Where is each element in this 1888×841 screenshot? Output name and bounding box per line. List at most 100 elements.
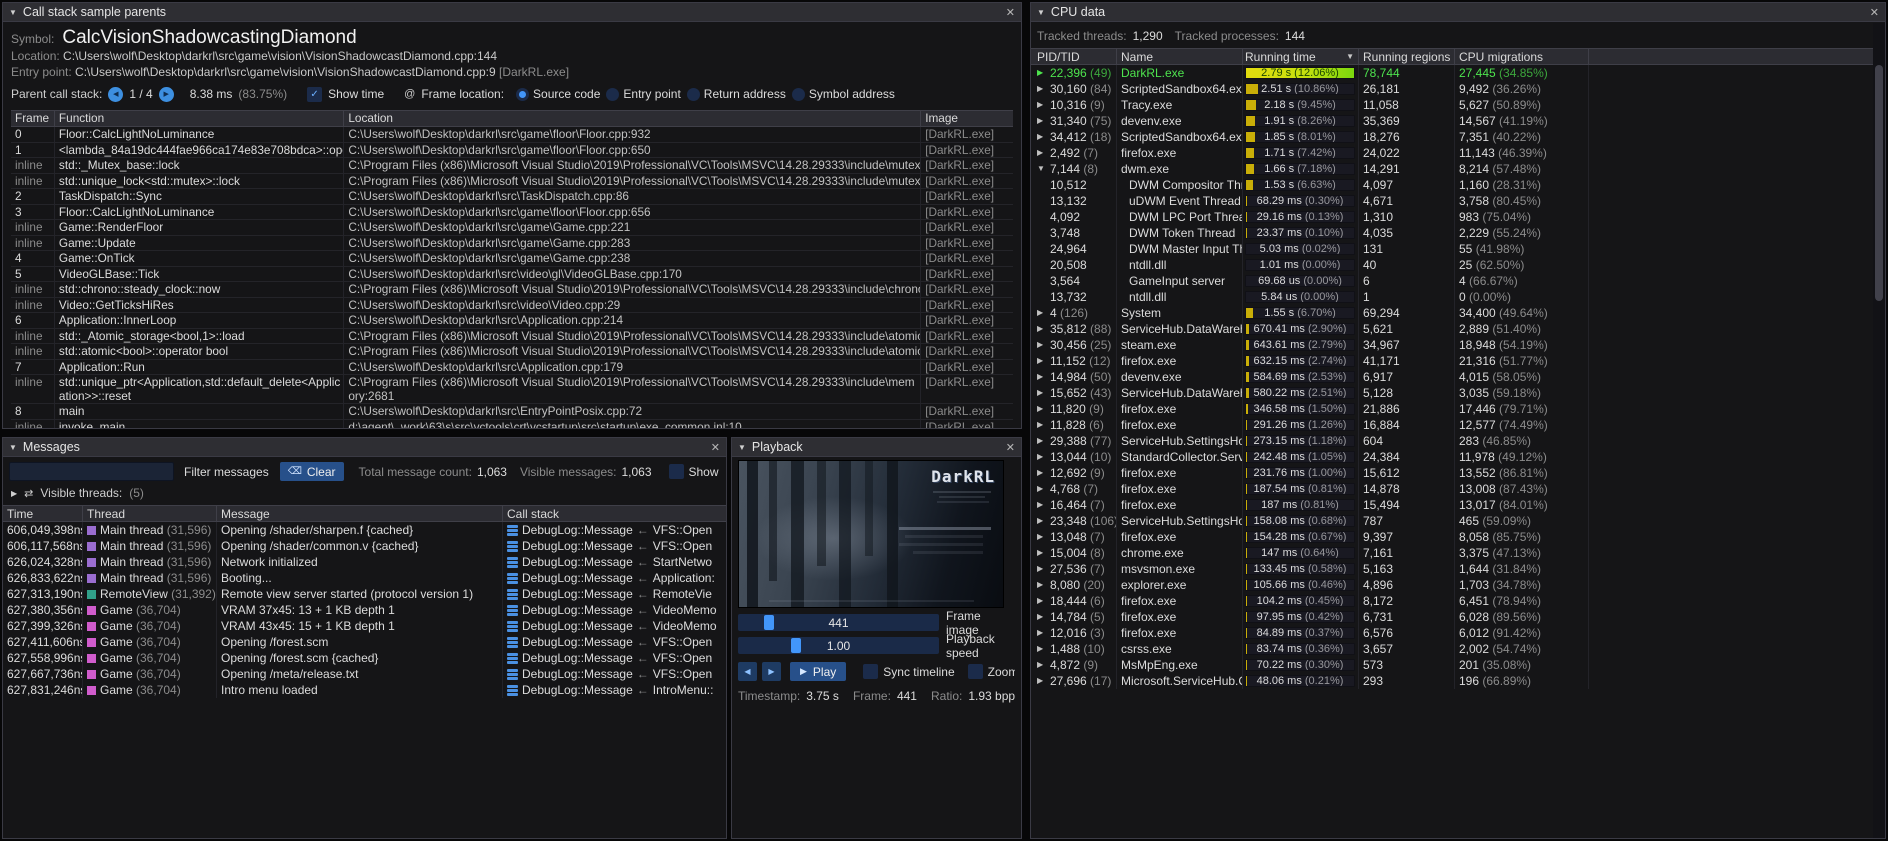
next-parent-button[interactable]: ▶ [159, 87, 174, 102]
column-header-running-time[interactable]: Running time ▼ [1243, 49, 1359, 64]
expand-row-icon[interactable]: ▶ [1037, 433, 1050, 449]
step-back-button[interactable]: ◀ [738, 662, 757, 681]
message-row[interactable]: 626,833,622nsMain thread (31,596)Booting… [3, 570, 726, 586]
column-header-thread[interactable]: Thread [83, 506, 217, 521]
expand-row-icon[interactable]: ▶ [1037, 465, 1050, 481]
expand-row-icon[interactable]: ▶ [1037, 609, 1050, 625]
callstack-row[interactable]: inlineGame::RenderFloorC:\Users\wolf\Des… [11, 220, 1013, 236]
cpu-row[interactable]: 20,508ntdll.dll1.01 ms (0.00%)4025 (62.5… [1031, 257, 1885, 273]
cpu-row[interactable]: ▶23,348 (106)ServiceHub.SettingsHost158.… [1031, 513, 1885, 529]
callstack-row[interactable]: 6Application::InnerLoopC:\Users\wolf\Des… [11, 313, 1013, 329]
radio-entry-point[interactable]: Entry point [606, 87, 680, 101]
column-header-name[interactable]: Name [1117, 49, 1243, 64]
expand-row-icon[interactable]: ▶ [1037, 545, 1050, 561]
column-header-location[interactable]: Location [344, 111, 921, 126]
callstack-icon[interactable] [507, 637, 518, 648]
cpu-row[interactable]: ▶34,412 (18)ScriptedSandbox64.exe1.85 s … [1031, 129, 1885, 145]
cpu-row[interactable]: ▶1,488 (10)csrss.exe83.74 ms (0.36%)3,65… [1031, 641, 1885, 657]
expand-row-icon[interactable]: ▶ [1037, 97, 1050, 113]
expand-icon[interactable]: ▶ [11, 489, 17, 498]
callstack-icon[interactable] [507, 525, 518, 536]
close-icon[interactable]: ✕ [1006, 6, 1015, 19]
collapse-icon[interactable]: ▼ [738, 443, 746, 452]
filter-input[interactable] [9, 462, 174, 481]
cpu-row[interactable]: ▶11,828 (6)firefox.exe291.26 ms (1.26%)1… [1031, 417, 1885, 433]
expand-row-icon[interactable]: ▶ [1037, 113, 1050, 129]
callstack-row[interactable]: 7Application::RunC:\Users\wolf\Desktop\d… [11, 360, 1013, 376]
callstack-cell[interactable]: DebugLog::Message←VFS::Open [503, 522, 726, 538]
callstack-cell[interactable]: DebugLog::Message←VFS::Open [503, 634, 726, 650]
callstack-cell[interactable]: DebugLog::Message←VFS::Open [503, 650, 726, 666]
zoom-checkbox[interactable] [968, 664, 983, 679]
expand-row-icon[interactable]: ▶ [1037, 513, 1050, 529]
expand-row-icon[interactable]: ▶ [1037, 369, 1050, 385]
callstack-row[interactable]: inlinestd::unique_lock<std::mutex>::lock… [11, 174, 1013, 190]
column-header-time[interactable]: Time [3, 506, 83, 521]
column-header-function[interactable]: Function [55, 111, 344, 126]
callstack-icon[interactable] [507, 669, 518, 680]
cpu-row[interactable]: ▶15,004 (8)chrome.exe147 ms (0.64%)7,161… [1031, 545, 1885, 561]
callstack-row[interactable]: inlinestd::_Mutex_base::lockC:\Program F… [11, 158, 1013, 174]
message-row[interactable]: 606,049,398nsMain thread (31,596)Opening… [3, 522, 726, 538]
message-row[interactable]: 627,411,606nsGame (36,704)Opening /fores… [3, 634, 726, 650]
message-row[interactable]: 627,558,996nsGame (36,704)Opening /fores… [3, 650, 726, 666]
cpu-row[interactable]: ▶30,456 (25)steam.exe643.61 ms (2.79%)34… [1031, 337, 1885, 353]
cpu-row[interactable]: ▶12,016 (3)firefox.exe84.89 ms (0.37%)6,… [1031, 625, 1885, 641]
collapse-icon[interactable]: ▼ [9, 443, 17, 452]
cpu-row[interactable]: ▶30,160 (84)ScriptedSandbox64.exe2.51 s … [1031, 81, 1885, 97]
cpu-row[interactable]: ▶12,692 (9)firefox.exe231.76 ms (1.00%)1… [1031, 465, 1885, 481]
sync-timeline-checkbox[interactable] [863, 664, 878, 679]
cpu-row[interactable]: 10,512DWM Compositor Thread1.53 s (6.63%… [1031, 177, 1885, 193]
callstack-titlebar[interactable]: ▼ Call stack sample parents ✕ [3, 3, 1021, 22]
callstack-icon[interactable] [507, 621, 518, 632]
cpu-row[interactable]: ▶10,316 (9)Tracy.exe2.18 s (9.45%)11,058… [1031, 97, 1885, 113]
expand-row-icon[interactable]: ▶ [1037, 385, 1050, 401]
callstack-row[interactable]: inlinestd::atomic<bool>::operator boolC:… [11, 344, 1013, 360]
expand-row-icon[interactable]: ▶ [1037, 337, 1050, 353]
cpu-row[interactable]: ▶8,080 (20)explorer.exe105.66 ms (0.46%)… [1031, 577, 1885, 593]
cpu-row[interactable]: ▶4,768 (7)firefox.exe187.54 ms (0.81%)14… [1031, 481, 1885, 497]
column-header-callstack[interactable]: Call stack [503, 506, 726, 521]
cpu-row[interactable]: 4,092DWM LPC Port Thread29.16 ms (0.13%)… [1031, 209, 1885, 225]
expand-row-icon[interactable]: ▶ [1037, 417, 1050, 433]
callstack-icon[interactable] [507, 557, 518, 568]
cpu-row[interactable]: ▶14,784 (5)firefox.exe97.95 ms (0.42%)6,… [1031, 609, 1885, 625]
cpu-row[interactable]: 3,748DWM Token Thread23.37 ms (0.10%)4,0… [1031, 225, 1885, 241]
callstack-row[interactable]: 5VideoGLBase::TickC:\Users\wolf\Desktop\… [11, 267, 1013, 283]
expand-row-icon[interactable]: ▶ [1037, 657, 1050, 673]
callstack-row[interactable]: 0Floor::CalcLightNoLuminanceC:\Users\wol… [11, 127, 1013, 143]
playback-titlebar[interactable]: ▼ Playback ✕ [732, 438, 1021, 457]
callstack-icon[interactable] [507, 589, 518, 600]
column-header-frame[interactable]: Frame [11, 111, 55, 126]
expand-row-icon[interactable]: ▶ [1037, 593, 1050, 609]
expand-row-icon[interactable]: ▶ [1037, 529, 1050, 545]
message-row[interactable]: 626,024,328nsMain thread (31,596)Network… [3, 554, 726, 570]
cpu-row[interactable]: ▶11,820 (9)firefox.exe346.58 ms (1.50%)2… [1031, 401, 1885, 417]
expand-row-icon[interactable]: ▶ [1037, 145, 1050, 161]
cpu-titlebar[interactable]: ▼ CPU data ✕ [1031, 3, 1885, 22]
cpu-row[interactable]: ▶11,152 (12)firefox.exe632.15 ms (2.74%)… [1031, 353, 1885, 369]
callstack-cell[interactable]: DebugLog::Message←StartNetwo [503, 554, 726, 570]
callstack-icon[interactable] [507, 605, 518, 616]
cpu-row[interactable]: ▶13,044 (10)StandardCollector.Servic242.… [1031, 449, 1885, 465]
callstack-row[interactable]: inlineVideo::GetTicksHiResC:\Users\wolf\… [11, 298, 1013, 314]
cpu-scrollbar[interactable] [1873, 23, 1885, 838]
cpu-row[interactable]: ▶4 (126)System1.55 s (6.70%)69,29434,400… [1031, 305, 1885, 321]
callstack-cell[interactable]: DebugLog::Message←Application: [503, 570, 726, 586]
callstack-row[interactable]: 2TaskDispatch::SyncC:\Users\wolf\Desktop… [11, 189, 1013, 205]
callstack-cell[interactable]: DebugLog::Message←VideoMemo [503, 618, 726, 634]
cpu-row[interactable]: ▶2,492 (7)firefox.exe1.71 s (7.42%)24,02… [1031, 145, 1885, 161]
callstack-table-header[interactable]: Frame Function Location Image [11, 110, 1013, 127]
cpu-row[interactable]: ▼7,144 (8)dwm.exe1.66 s (7.18%)14,2918,2… [1031, 161, 1885, 177]
expand-row-icon[interactable]: ▶ [1037, 561, 1050, 577]
message-row[interactable]: 606,117,568nsMain thread (31,596)Opening… [3, 538, 726, 554]
radio-return-address[interactable]: Return address [687, 87, 786, 101]
cpu-row[interactable]: ▶14,984 (50)devenv.exe584.69 ms (2.53%)6… [1031, 369, 1885, 385]
show-time-checkbox[interactable]: ✓ [307, 87, 322, 102]
message-row[interactable]: 627,380,356nsGame (36,704)VRAM 37x45: 13… [3, 602, 726, 618]
expand-row-icon[interactable]: ▶ [1037, 65, 1050, 81]
message-row[interactable]: 627,399,326nsGame (36,704)VRAM 43x45: 15… [3, 618, 726, 634]
callstack-row[interactable]: inlinestd::chrono::steady_clock::nowC:\P… [11, 282, 1013, 298]
column-header-message[interactable]: Message [217, 506, 503, 521]
collapse-row-icon[interactable]: ▼ [1037, 161, 1050, 177]
